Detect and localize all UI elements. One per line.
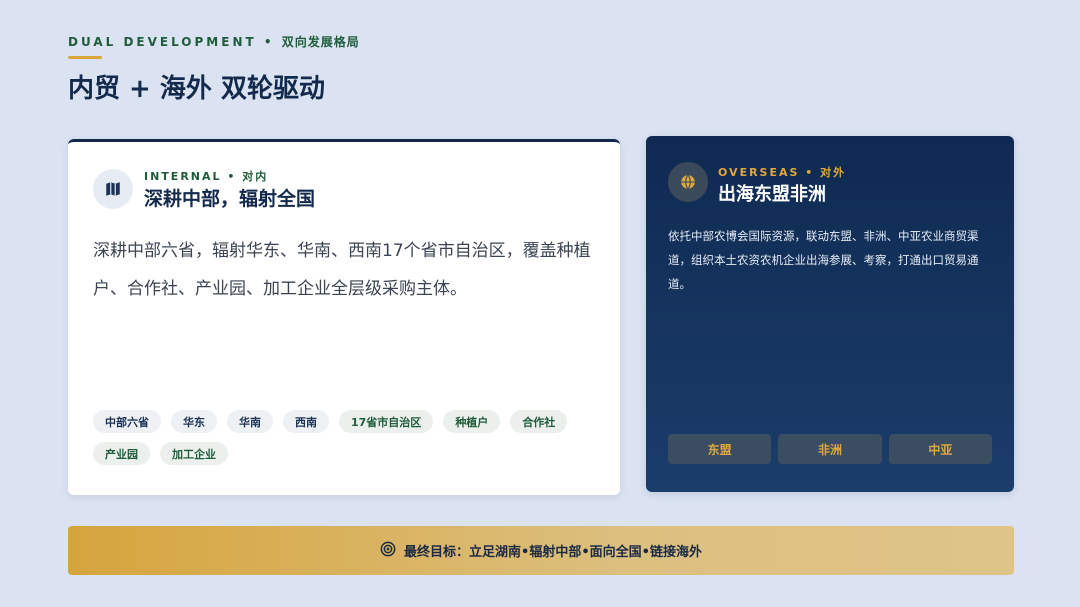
internal-title: 深耕中部，辐射全国	[144, 188, 316, 210]
overseas-description: 依托中部农博会国际资源，联动东盟、非洲、中亚农业商贸渠道，组织本土农资农机企业出…	[668, 229, 979, 291]
overseas-card: OVERSEAS • 对外 出海东盟非洲 依托中部农博会国际资源，联动东盟、非洲…	[646, 136, 1014, 492]
internal-tag: INTERNAL • 对内	[144, 170, 269, 183]
chip: 17省市自治区	[339, 410, 434, 433]
region-button-group: 东盟 非洲 中亚	[668, 434, 992, 464]
eyebrow-zh: 双向发展格局	[281, 35, 360, 49]
goal-banner: 最终目标：立足湖南•辐射中部•面向全国•链接海外	[68, 526, 1014, 575]
target-icon	[380, 541, 396, 561]
chip: 华南	[227, 410, 273, 433]
chip: 产业园	[93, 442, 150, 465]
chip: 合作社	[510, 410, 568, 433]
globe-icon	[668, 162, 708, 202]
chip: 种植户	[443, 410, 501, 433]
page-title: 内贸 + 海外 双轮驱动	[68, 74, 325, 104]
eyebrow-en: DUAL DEVELOPMENT	[68, 35, 257, 49]
region-button-central-asia[interactable]: 中亚	[888, 434, 992, 464]
overseas-tag: OVERSEAS • 对外	[718, 166, 847, 179]
section-eyebrow: DUAL DEVELOPMENT • 双向发展格局	[68, 33, 360, 50]
goal-text: 最终目标：立足湖南•辐射中部•面向全国•链接海外	[404, 545, 702, 560]
internal-card: INTERNAL • 对内 深耕中部，辐射全国 深耕中部六省，辐射华东、华南、西…	[68, 139, 620, 495]
chip: 加工企业	[160, 442, 228, 465]
chip: 华东	[171, 410, 217, 433]
overseas-title: 出海东盟非洲	[718, 184, 826, 205]
chip: 西南	[283, 410, 329, 433]
region-button-asean[interactable]: 东盟	[668, 434, 772, 464]
eyebrow-separator: •	[263, 35, 275, 49]
eyebrow-underline	[68, 56, 102, 59]
internal-chip-list: 中部六省 华东 华南 西南 17省市自治区 种植户 合作社 产业园 加工企业	[93, 410, 593, 465]
map-icon	[93, 169, 133, 209]
chip: 中部六省	[93, 410, 161, 433]
region-button-africa[interactable]: 非洲	[778, 434, 882, 464]
internal-description: 深耕中部六省，辐射华东、华南、西南17个省市自治区，覆盖种植户、合作社、产业园、…	[93, 241, 591, 299]
